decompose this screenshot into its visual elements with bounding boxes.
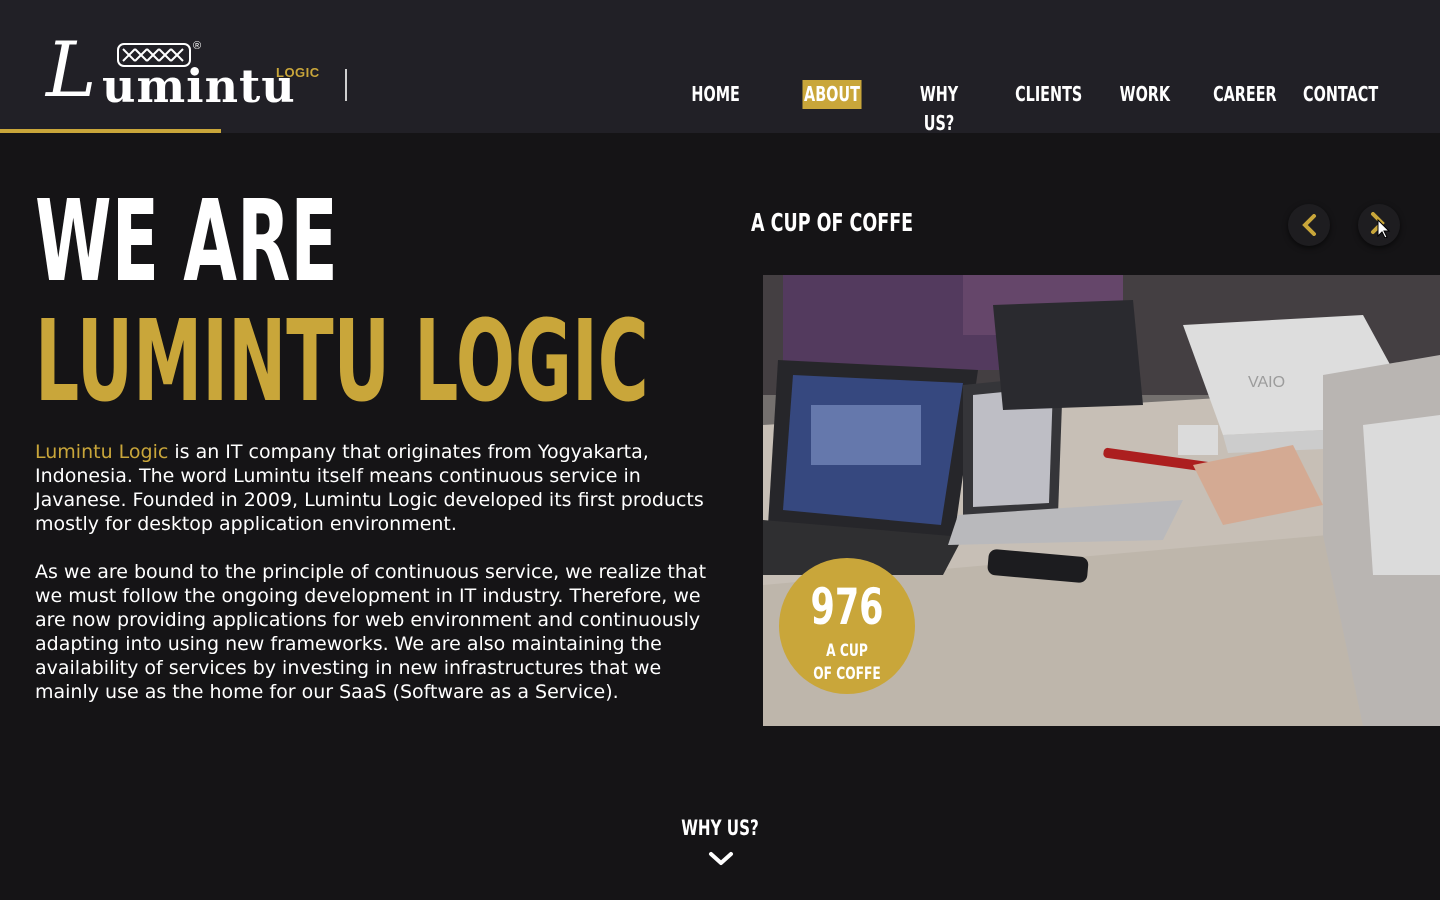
hero-heading-line2: LUMINTU LOGIC	[35, 297, 649, 427]
chevron-right-icon	[1371, 212, 1391, 238]
celtic-knot-icon	[117, 43, 191, 67]
coffee-counter-badge: 976 A CUP OF COFFE	[779, 558, 915, 694]
nav-about[interactable]: ABOUT	[802, 80, 862, 109]
nav-contact[interactable]: CONTACT	[1303, 80, 1378, 109]
counter-label: A CUP OF COFFE	[798, 640, 896, 686]
chevron-down-icon[interactable]	[708, 850, 734, 868]
header-accent-bar	[0, 129, 221, 133]
nav-home[interactable]: HOME	[691, 80, 739, 109]
logo-divider	[345, 69, 347, 101]
slider-next-button[interactable]	[1358, 204, 1400, 246]
brand-name: Lumintu Logic	[35, 441, 169, 463]
counter-label-line1: A CUP	[826, 641, 868, 661]
site-header: L umintu ® LOGIC HOME ABOUT WHY US? CLIE…	[0, 0, 1440, 135]
hero-heading-line1: WE ARE	[35, 177, 338, 307]
slider-title: A CUP OF COFFE	[751, 208, 914, 237]
nav-work[interactable]: WORK	[1120, 80, 1170, 109]
about-paragraph-2: As we are bound to the principle of cont…	[35, 561, 707, 703]
nav-career[interactable]: CAREER	[1213, 80, 1277, 109]
lumintu-logic-logo[interactable]: L umintu ® LOGIC	[46, 32, 326, 113]
logo-tag: LOGIC	[276, 65, 320, 80]
counter-label-line2: OF COFFE	[813, 664, 881, 684]
about-paragraph-1: Lumintu Logic is an IT company that orig…	[35, 440, 715, 536]
chevron-left-icon	[1302, 214, 1316, 236]
registered-mark: ®	[193, 40, 202, 52]
nav-why-us[interactable]: WHY US?	[909, 80, 969, 135]
slider-prev-button[interactable]	[1288, 204, 1330, 246]
nav-clients[interactable]: CLIENTS	[1015, 80, 1082, 109]
logo-wordmark: umintu	[102, 59, 296, 113]
logo-script-letter: L	[46, 25, 97, 114]
counter-value: 976	[810, 578, 884, 636]
scroll-next-section-link[interactable]: WHY US?	[662, 816, 777, 840]
